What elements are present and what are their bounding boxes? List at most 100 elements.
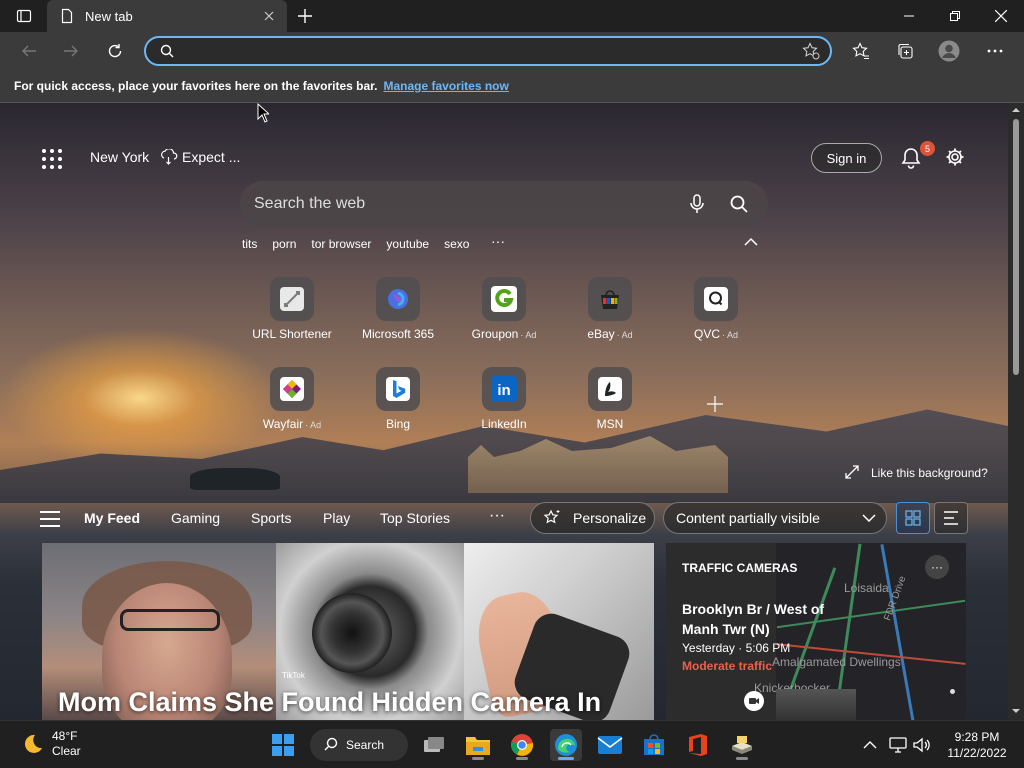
new-tab-button[interactable] (292, 4, 318, 28)
tab-play[interactable]: Play (323, 510, 350, 526)
weather-condition[interactable]: Expect ... (182, 149, 240, 165)
like-background-button[interactable]: Like this background? (845, 465, 988, 481)
clock-date: 11/22/2022 (947, 746, 1007, 760)
quick-link-msn[interactable]: MSN (560, 367, 660, 431)
menu-icon[interactable] (40, 511, 60, 527)
personalize-button[interactable]: Personalize (530, 502, 655, 534)
carousel-dot[interactable] (950, 689, 955, 694)
start-button[interactable] (267, 729, 299, 761)
like-background-label: Like this background? (871, 466, 988, 480)
traffic-cameras-card[interactable]: Loisaida Amalgamated Dwellings Knickerbo… (666, 543, 966, 720)
app-button[interactable] (726, 729, 758, 761)
restore-icon (950, 11, 960, 21)
add-quick-link-button[interactable] (704, 393, 726, 415)
trending-item[interactable]: porn (272, 237, 296, 251)
scroll-down-icon[interactable] (1011, 706, 1021, 716)
trending-item[interactable]: tits (242, 237, 257, 251)
scrollbar-thumb[interactable] (1013, 119, 1019, 375)
close-tab-icon[interactable] (259, 6, 279, 26)
quick-link-qvc[interactable]: QVC · Ad (666, 277, 766, 341)
ad-label: · Ad (616, 330, 633, 340)
collections-button[interactable] (890, 36, 920, 66)
search-icon[interactable] (724, 189, 754, 219)
add-favorite-icon[interactable] (802, 42, 820, 60)
tab-gaming[interactable]: Gaming (171, 510, 220, 526)
office-button[interactable] (682, 729, 714, 761)
traffic-card-header: TRAFFIC CAMERAS (682, 561, 798, 575)
forward-arrow-icon (64, 45, 78, 57)
forward-button[interactable] (56, 36, 86, 66)
tab-actions-icon (16, 9, 32, 23)
scroll-up-icon[interactable] (1011, 105, 1021, 115)
sign-in-button[interactable]: Sign in (811, 143, 882, 173)
app-running-indicator (472, 757, 484, 760)
profile-button[interactable] (934, 36, 964, 66)
close-window-button[interactable] (978, 0, 1024, 32)
microphone-icon[interactable] (682, 189, 712, 219)
web-search-placeholder[interactable]: Search the web (254, 195, 670, 213)
taskbar-weather[interactable]: 48°F Clear (20, 729, 81, 759)
traffic-location[interactable]: Brooklyn Br / West of Manh Twr (N) (682, 599, 842, 639)
quick-link-microsoft365[interactable]: Microsoft 365 (348, 277, 448, 341)
tab-top-stories[interactable]: Top Stories (380, 510, 450, 526)
manage-favorites-link[interactable]: Manage favorites now (383, 79, 508, 93)
file-explorer-button[interactable] (462, 729, 494, 761)
list-view-button[interactable] (934, 502, 968, 534)
hero-headline[interactable]: Mom Claims She Found Hidden Camera In (58, 687, 601, 718)
quick-link-groupon[interactable]: Groupon · Ad (454, 277, 554, 341)
mail-icon (597, 736, 623, 754)
tab-my-feed[interactable]: My Feed (84, 510, 140, 526)
quick-link-wayfair[interactable]: Wayfair · Ad (242, 367, 342, 431)
search-icon (160, 44, 174, 58)
new-tab-page: New York Expect ... Sign in 5 Search the… (0, 103, 1008, 720)
active-tab[interactable]: New tab (47, 0, 287, 32)
tab-sports[interactable]: Sports (251, 510, 291, 526)
mail-button[interactable] (594, 729, 626, 761)
trending-more-button[interactable]: ··· (491, 233, 505, 249)
favorites-button[interactable] (846, 36, 876, 66)
web-search-box[interactable]: Search the web (240, 181, 768, 227)
page-settings-button[interactable] (943, 145, 967, 169)
quick-link-bing[interactable]: Bing (348, 367, 448, 431)
moon-icon (20, 732, 44, 756)
store-button[interactable] (638, 729, 670, 761)
bing-icon (376, 367, 420, 411)
page-scrollbar[interactable] (1008, 103, 1024, 720)
content-visibility-dropdown[interactable]: Content partially visible (663, 502, 887, 534)
app-launcher-icon[interactable] (40, 147, 64, 171)
grid-view-button[interactable] (896, 502, 930, 534)
address-bar[interactable] (144, 36, 832, 66)
quick-link-linkedin[interactable]: in LinkedIn (454, 367, 554, 431)
gear-icon (946, 148, 964, 166)
chevron-up-icon[interactable] (743, 237, 759, 249)
quick-link-url-shortener[interactable]: URL Shortener (242, 277, 342, 341)
restore-button[interactable] (932, 0, 978, 32)
feed-more-button[interactable]: ··· (489, 507, 505, 525)
cloud-rain-icon[interactable] (160, 149, 178, 165)
card-more-button[interactable]: ··· (925, 555, 949, 579)
back-button[interactable] (14, 36, 44, 66)
edge-button[interactable] (550, 729, 582, 761)
hero-news-card[interactable]: TikTok Mom Claims She Found Hidden Camer… (42, 543, 654, 720)
network-icon[interactable] (888, 735, 908, 755)
tab-actions-button[interactable] (8, 4, 40, 28)
volume-icon[interactable] (912, 735, 932, 755)
minimize-button[interactable] (886, 0, 932, 32)
chevron-up-icon[interactable] (860, 735, 880, 755)
camera-pin-icon[interactable] (744, 691, 764, 711)
refresh-button[interactable] (100, 36, 130, 66)
trending-item[interactable]: youtube (386, 237, 429, 251)
settings-more-button[interactable] (980, 36, 1010, 66)
taskbar-search-button[interactable]: Search (310, 729, 408, 761)
minimize-icon (904, 15, 914, 17)
weather-location[interactable]: New York (90, 149, 149, 165)
personalize-label: Personalize (573, 510, 647, 526)
trending-item[interactable]: sexo (444, 237, 469, 251)
camera-thumbnail[interactable] (776, 689, 856, 720)
quick-link-ebay[interactable]: eBay · Ad (560, 277, 660, 341)
chrome-button[interactable] (506, 729, 538, 761)
system-clock[interactable]: 9:28 PM 11/22/2022 (940, 729, 1014, 761)
trending-item[interactable]: tor browser (311, 237, 371, 251)
task-view-button[interactable] (418, 729, 450, 761)
address-input[interactable] (184, 43, 802, 59)
